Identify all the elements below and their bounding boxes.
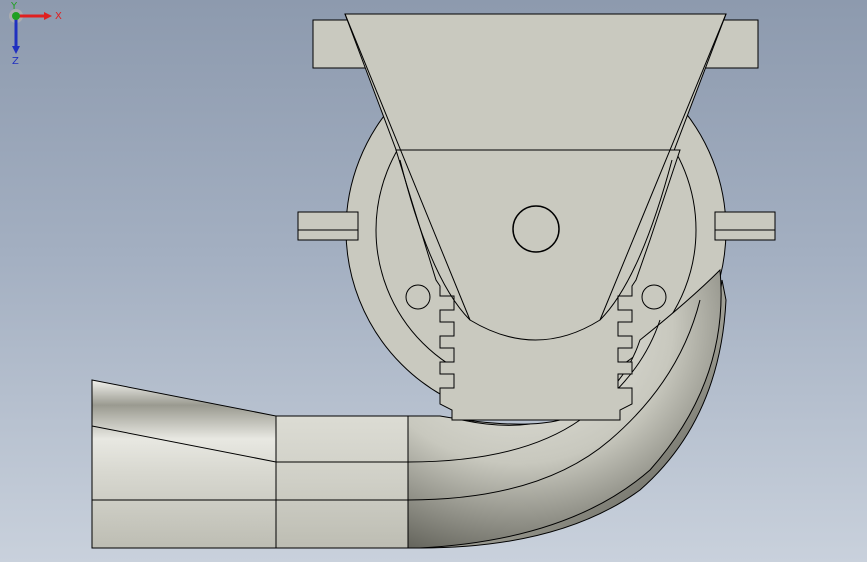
right-side-flange [714,211,776,241]
inlet-duct-mid [275,415,409,549]
model-view[interactable] [0,0,867,562]
inlet-duct-cone [91,379,277,549]
x-axis-label: X [55,11,62,22]
left-side-flange [297,211,359,241]
left-bolt-hole [405,284,431,310]
y-axis-label: Y [10,1,18,12]
axis-triad: X Y Z [9,1,62,67]
shaft-hole [512,205,560,253]
cad-viewport[interactable]: X Y Z [0,0,867,562]
z-axis-label: Z [12,56,19,67]
right-bolt-hole [641,284,667,310]
